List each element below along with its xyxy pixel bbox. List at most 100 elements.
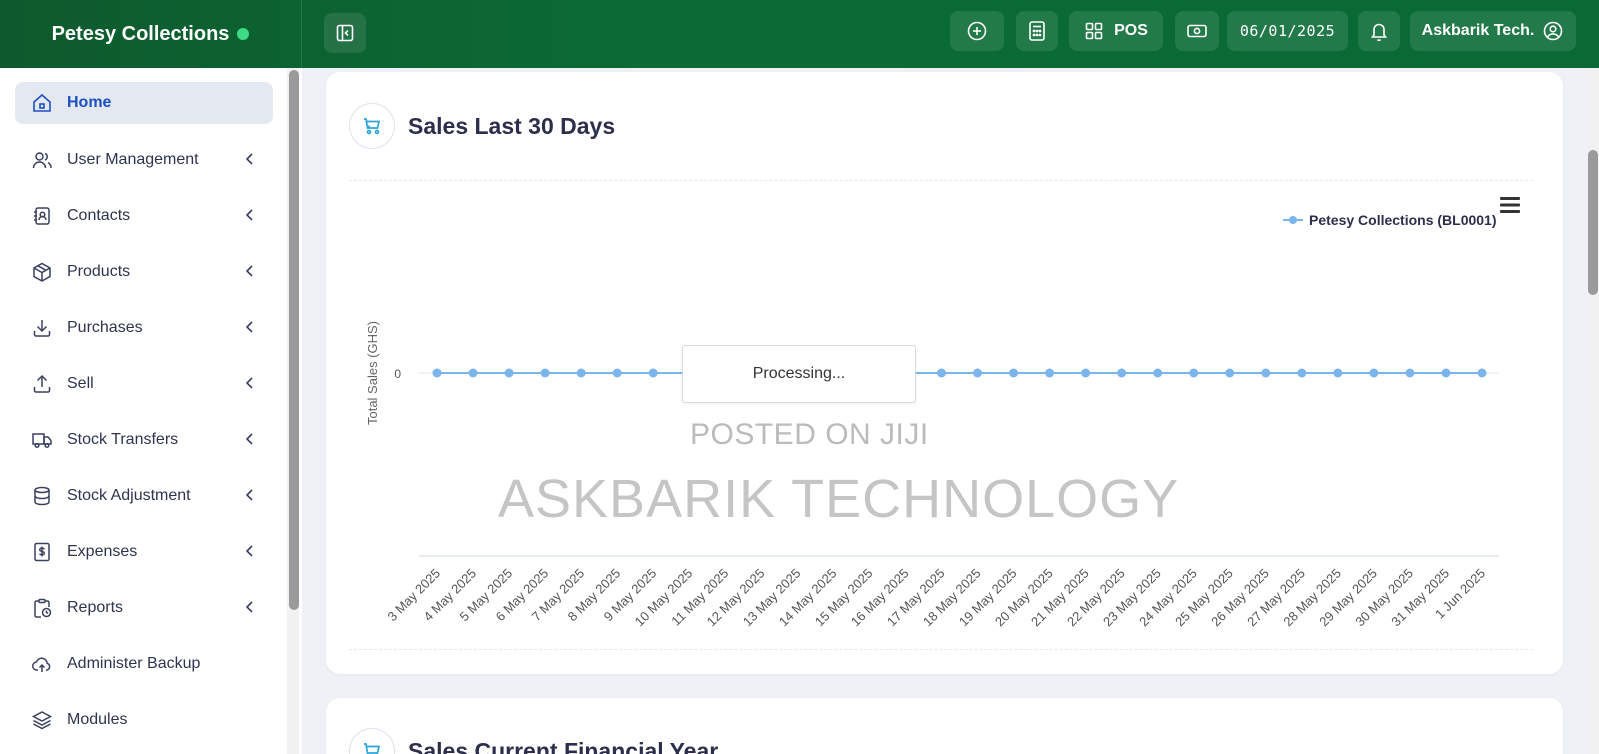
card-icon-wrapper (349, 103, 395, 149)
chevron-left-icon (245, 265, 253, 277)
users-icon (29, 147, 55, 173)
sidebar-item-administer-backup[interactable]: Administer Backup (15, 643, 273, 685)
sidebar-item-label: Stock Adjustment (67, 487, 191, 504)
sidebar-item-label: Purchases (67, 319, 143, 336)
chevron-left-icon (245, 209, 253, 221)
cash-icon (1187, 24, 1207, 38)
chevron-left-icon (245, 545, 253, 557)
data-point (576, 368, 586, 378)
sidebar-item-label: Products (67, 263, 131, 280)
chart-menu-button[interactable] (1499, 196, 1521, 219)
sidebar-item-label: Stock Transfers (67, 431, 179, 448)
notifications-button[interactable] (1358, 11, 1400, 51)
download-icon (29, 315, 55, 341)
user-circle-icon (1544, 21, 1563, 41)
data-point (1297, 368, 1307, 378)
user-menu-button[interactable]: Askbarik Tech. (1410, 11, 1576, 51)
sidebar-item-expenses[interactable]: Expenses (15, 531, 273, 573)
data-point (1441, 368, 1451, 378)
data-point (612, 368, 622, 378)
sidebar-item-stock-transfers[interactable]: Stock Transfers (15, 419, 273, 461)
data-point (973, 368, 983, 378)
sidebar-item-user-management[interactable]: User Management (15, 139, 273, 181)
card-title: Sales Last 30 Days (408, 113, 616, 139)
cart-icon (364, 118, 381, 135)
sidebar-item-stock-adjustment[interactable]: Stock Adjustment (15, 475, 273, 517)
sidebar-item-label: Modules (67, 711, 128, 728)
sidebar-item-label: Administer Backup (67, 655, 201, 672)
sidebar-item-label: Contacts (67, 207, 131, 224)
data-point (936, 368, 946, 378)
chevron-left-icon (245, 321, 253, 333)
layers-icon (29, 707, 55, 733)
sidebar-item-modules[interactable]: Modules (15, 699, 273, 741)
bell-icon (1370, 23, 1388, 42)
line-chart: 0Total Sales (GHS)3 May 20254 May 20255 … (365, 321, 1499, 629)
data-point (1045, 368, 1055, 378)
clipboard-clock-icon (29, 595, 55, 621)
sidebar-scrollbar-thumb[interactable] (289, 70, 299, 610)
add-button[interactable] (950, 11, 1004, 51)
grid-icon (1085, 22, 1103, 40)
contacts-icon (29, 203, 55, 229)
data-point (1117, 368, 1127, 378)
data-point (1261, 368, 1271, 378)
data-point (1369, 368, 1379, 378)
sidebar-item-label: Home (67, 94, 112, 111)
cash-register-button[interactable] (1175, 11, 1219, 51)
chart-legend[interactable]: Petesy Collections (BL0001) (1283, 212, 1497, 228)
sidebar-item-purchases[interactable]: Purchases (15, 307, 273, 349)
cloud-upload-icon (29, 651, 55, 677)
cart-icon (364, 743, 381, 754)
sidebar-item-home[interactable]: Home (15, 82, 273, 124)
menu-icon (1500, 197, 1520, 213)
main-scrollbar-thumb[interactable] (1588, 150, 1598, 295)
data-point (1081, 368, 1091, 378)
y-axis-label: Total Sales (GHS) (365, 321, 380, 425)
date-display[interactable]: 06/01/2025 (1227, 11, 1348, 51)
y-tick-label: 0 (394, 367, 401, 381)
truck-icon (29, 427, 55, 453)
watermark-small: POSTED ON JIJI (690, 418, 929, 451)
watermark-large: ASKBARIK TECHNOLOGY (498, 469, 1180, 529)
data-point (1189, 368, 1199, 378)
chevron-left-icon (245, 489, 253, 501)
sidebar-collapse-icon (336, 24, 354, 42)
data-point (648, 368, 658, 378)
box-icon (29, 259, 55, 285)
database-icon (29, 483, 55, 509)
sidebar-item-reports[interactable]: Reports (15, 587, 273, 629)
sidebar-item-label: Sell (67, 375, 94, 392)
data-point (1333, 368, 1343, 378)
sidebar-item-label: Expenses (67, 543, 138, 560)
user-name: Askbarik Tech. (1421, 22, 1535, 39)
upload-icon (29, 371, 55, 397)
data-point (432, 368, 442, 378)
data-point (1225, 368, 1235, 378)
sidebar-item-sell[interactable]: Sell (15, 363, 273, 405)
receipt-icon (29, 539, 55, 565)
sidebar-item-label: Reports (67, 599, 124, 616)
pos-button[interactable]: POS (1069, 11, 1163, 51)
chevron-left-icon (245, 153, 253, 165)
calculator-button[interactable] (1016, 11, 1058, 51)
brand[interactable]: Petesy Collections (0, 0, 302, 68)
sidebar-item-products[interactable]: Products (15, 251, 273, 293)
chart-area: 0 Total Sales (GHS) 3 May 2025 4 May 2025 5 … (349, 180, 1533, 650)
processing-indicator: Processing... (682, 345, 916, 403)
legend-marker (1283, 216, 1303, 224)
legend-label: Petesy Collections (BL0001) (1309, 212, 1497, 228)
home-icon (29, 90, 55, 116)
brand-name: Petesy Collections (51, 22, 230, 45)
data-point (504, 368, 514, 378)
data-point (1009, 368, 1019, 378)
data-point (540, 368, 550, 378)
chevron-left-icon (245, 433, 253, 445)
sidebar-item-contacts[interactable]: Contacts (15, 195, 273, 237)
sidebar-toggle-button[interactable] (324, 13, 366, 53)
plus-circle-icon (967, 21, 987, 41)
sidebar-item-label: User Management (67, 151, 199, 168)
date-text: 06/01/2025 (1239, 22, 1336, 40)
online-status-dot (237, 28, 250, 40)
card-title: Sales Current Financial Year (408, 738, 719, 754)
